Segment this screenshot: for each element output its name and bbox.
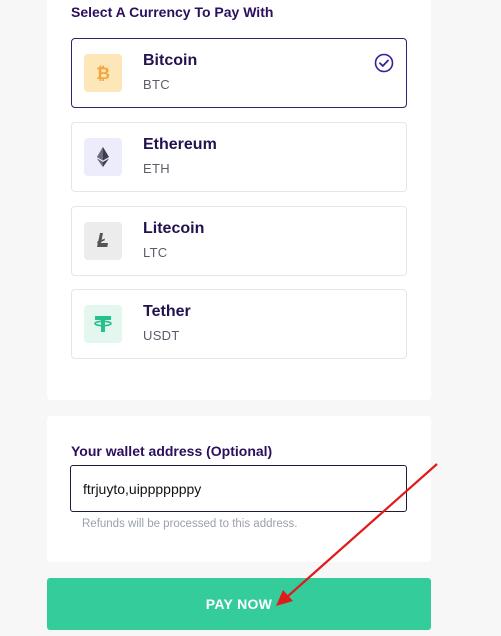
wallet-address-input[interactable]: [70, 465, 407, 512]
currency-name: Bitcoin: [143, 52, 198, 69]
currency-option-ethereum[interactable]: Ethereum ETH: [71, 122, 407, 192]
currency-code: LTC: [143, 245, 168, 260]
wallet-address-label: Your wallet address (Optional): [71, 443, 273, 459]
litecoin-badge: [84, 222, 122, 260]
currency-section-title: Select A Currency To Pay With: [71, 4, 274, 20]
currency-option-bitcoin[interactable]: ₿ Bitcoin BTC: [71, 38, 407, 108]
currency-code: USDT: [143, 328, 180, 343]
currency-selection-card: Select A Currency To Pay With ₿ Bitcoin …: [47, 0, 431, 400]
currency-code: BTC: [143, 77, 170, 92]
litecoin-icon: [97, 233, 108, 247]
currency-option-litecoin[interactable]: Litecoin LTC: [71, 206, 407, 276]
svg-text:₿: ₿: [96, 64, 110, 84]
pay-now-button[interactable]: PAY NOW: [47, 578, 431, 630]
currency-name: Ethereum: [143, 136, 217, 153]
currency-name: Tether: [143, 303, 191, 320]
refund-hint-text: Refunds will be processed to this addres…: [82, 518, 298, 530]
currency-code: ETH: [143, 161, 170, 176]
tether-icon: [94, 316, 112, 332]
currency-option-tether[interactable]: Tether USDT: [71, 289, 407, 359]
ethereum-icon: [97, 147, 109, 167]
check-circle-icon: [374, 53, 394, 73]
tether-badge: [84, 305, 122, 343]
wallet-address-card: Your wallet address (Optional) Refunds w…: [47, 416, 431, 562]
bitcoin-icon: ₿: [96, 64, 110, 84]
ethereum-badge: [84, 138, 122, 176]
currency-name: Litecoin: [143, 220, 205, 237]
bitcoin-badge: ₿: [84, 54, 122, 92]
